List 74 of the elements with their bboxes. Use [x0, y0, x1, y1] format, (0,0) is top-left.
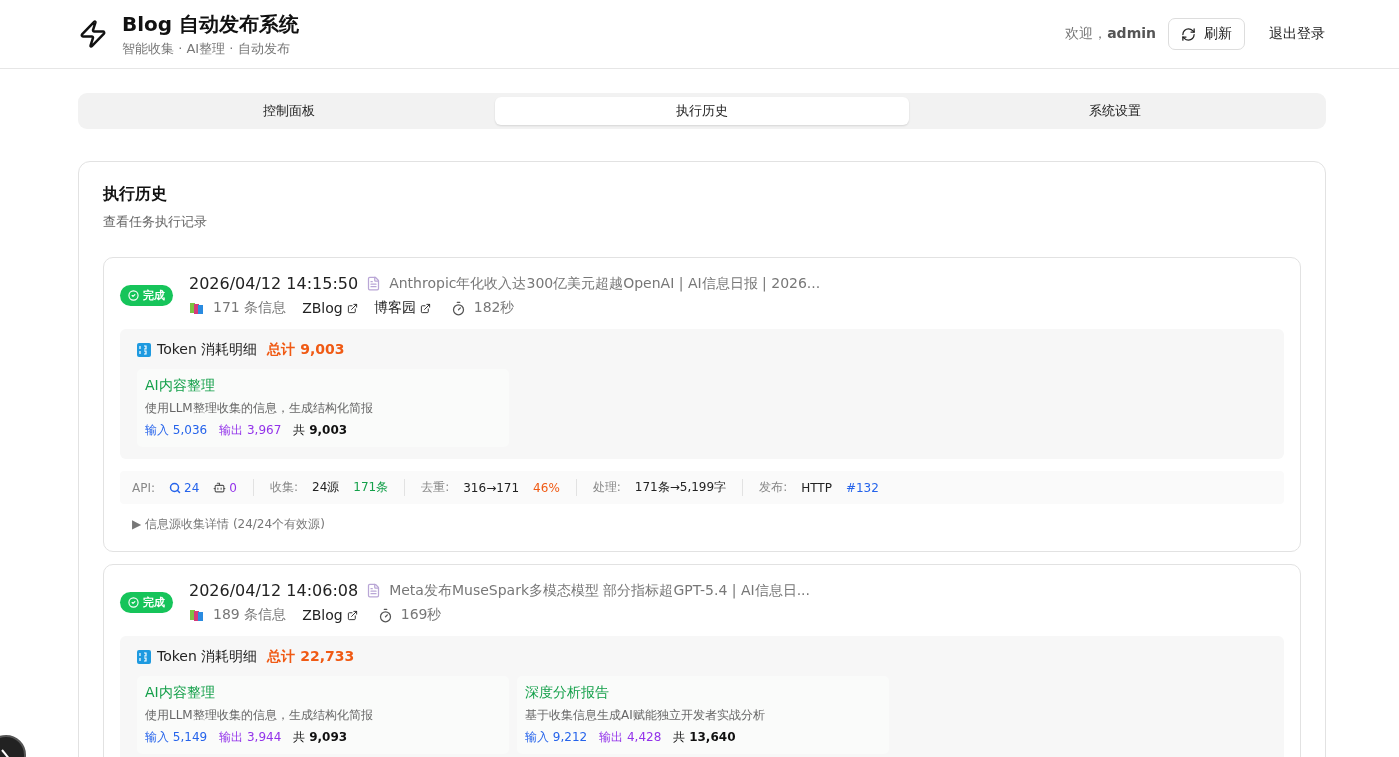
timer-icon: [377, 607, 393, 623]
logout-button[interactable]: 退出登录: [1257, 25, 1337, 43]
input-tokens: 输入 5,036: [145, 422, 208, 439]
token-label: Token 消耗明细: [157, 341, 258, 359]
document-icon: [366, 583, 382, 598]
task-description: 使用LLM整理收集的信息，生成结构化简报: [145, 707, 374, 724]
task-description: 基于收集信息生成AI赋能独立开发者实战分析: [525, 707, 766, 724]
stat-label: 发布:: [759, 479, 788, 496]
stat-label: 处理:: [592, 479, 621, 496]
output-tokens: 输出 4,428: [599, 729, 662, 746]
blog-link[interactable]: ZBlog: [302, 300, 358, 316]
panel-title: 执行历史: [103, 184, 168, 205]
blog-link[interactable]: ZBlog: [302, 607, 358, 623]
item-count: 189 条信息: [213, 606, 287, 624]
status-badge: 完成: [120, 285, 173, 306]
item-count: 171 条信息: [213, 299, 287, 317]
app-subtitle: 智能收集 · AI整理 · 自动发布: [122, 39, 291, 58]
stat-value: 171条: [353, 479, 389, 496]
timer-icon: [450, 300, 466, 316]
welcome-text: 欢迎，admin: [1065, 25, 1156, 43]
stat-value: 46%: [533, 480, 560, 495]
duration: 182秒: [473, 299, 515, 317]
stat-label: API:: [132, 480, 156, 495]
token-total: 总计 22,733: [267, 648, 355, 666]
robot-icon: [213, 481, 227, 494]
total-tokens: 共 9,003: [293, 422, 348, 439]
input-tokens: 输入 9,212: [525, 729, 588, 746]
output-tokens: 输出 3,944: [219, 729, 282, 746]
panel-subtitle: 查看任务执行记录: [103, 213, 208, 231]
search-icon: [169, 481, 182, 494]
token-total: 总计 9,003: [267, 341, 345, 359]
check-circle-icon: [128, 290, 139, 301]
lightning-icon: [78, 19, 108, 49]
check-circle-icon: [128, 597, 139, 608]
stat-value: 316→171: [463, 480, 520, 495]
details-toggle[interactable]: ▶ 信息源收集详情 (24/24个有效源): [120, 516, 337, 533]
total-tokens: 共 13,640: [673, 729, 736, 746]
numbers-icon: [137, 343, 151, 357]
external-link-icon: [346, 302, 358, 314]
post-title: Anthropic年化收入达300亿美元超越OpenAI | AI信息日报 | 2026...: [389, 274, 821, 293]
external-link-icon: [419, 302, 431, 314]
stat-value: HTTP: [801, 480, 832, 495]
status-badge: 完成: [120, 592, 173, 613]
stat-value: 24: [184, 480, 200, 495]
tab[interactable]: 系统设置: [908, 97, 1322, 125]
input-tokens: 输入 5,149: [145, 729, 208, 746]
duration: 169秒: [400, 606, 442, 624]
task-description: 使用LLM整理收集的信息，生成结构化简报: [145, 400, 374, 417]
blog-link[interactable]: 博客园: [373, 299, 431, 317]
run-time: 2026/04/12 14:06:08: [189, 581, 359, 600]
task-name: 深度分析报告: [525, 684, 610, 702]
refresh-icon: [1181, 26, 1196, 42]
task-name: AI内容整理: [145, 377, 216, 395]
tab[interactable]: 执行历史: [495, 97, 909, 125]
stat-value: 0: [229, 480, 237, 495]
run-time: 2026/04/12 14:15:50: [189, 274, 359, 293]
stat-value: #132: [845, 480, 879, 495]
books-icon: [189, 301, 205, 315]
stat-value: 171条→5,199字: [634, 479, 727, 496]
numbers-icon: [137, 650, 151, 664]
refresh-button[interactable]: 刷新: [1168, 18, 1245, 50]
stat-label: 收集:: [269, 479, 298, 496]
post-title: Meta发布MuseSpark多模态模型 部分指标超GPT-5.4 | AI信息日...: [389, 581, 810, 600]
stat-value: 24源: [312, 479, 340, 496]
document-icon: [366, 276, 382, 291]
tab[interactable]: 控制面板: [82, 97, 496, 125]
output-tokens: 输出 3,967: [219, 422, 282, 439]
stat-label: 去重:: [421, 479, 450, 496]
external-link-icon: [346, 609, 358, 621]
books-icon: [189, 608, 205, 622]
total-tokens: 共 9,093: [293, 729, 348, 746]
token-label: Token 消耗明细: [157, 648, 258, 666]
task-name: AI内容整理: [145, 684, 216, 702]
app-title: Blog 自动发布系统: [122, 10, 300, 38]
